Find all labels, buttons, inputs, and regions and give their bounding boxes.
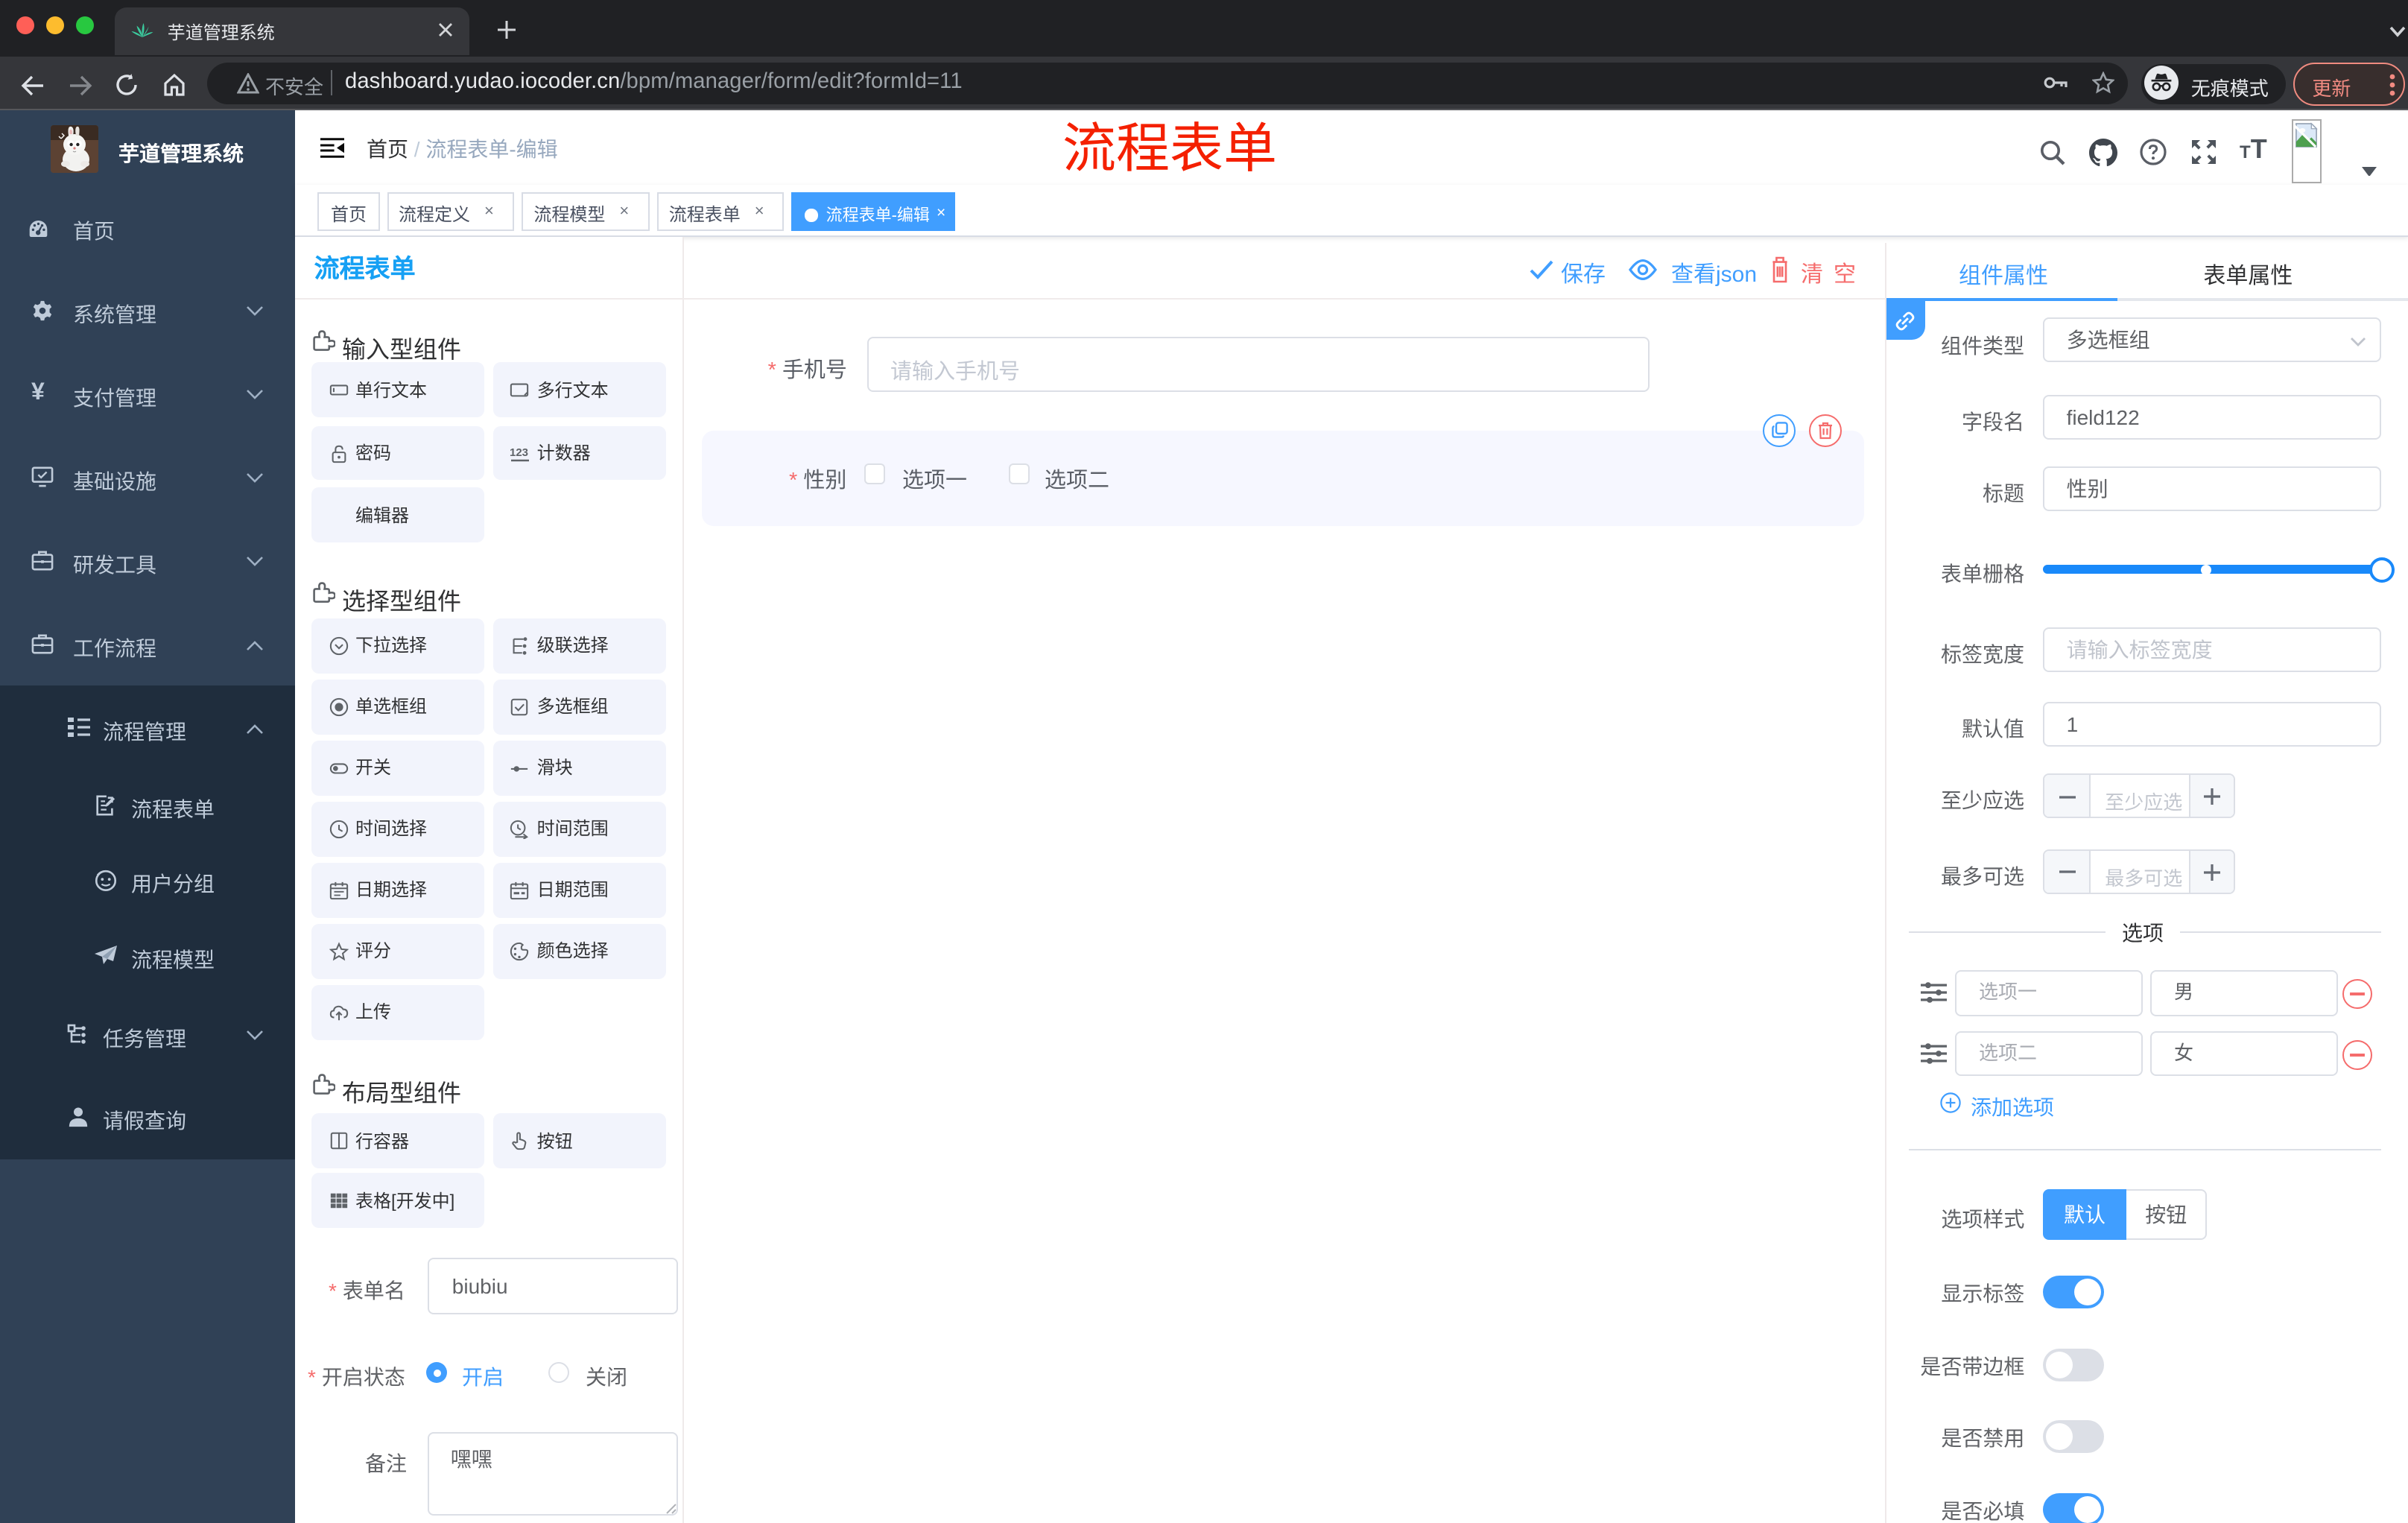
svg-text:123: 123 (510, 446, 529, 458)
